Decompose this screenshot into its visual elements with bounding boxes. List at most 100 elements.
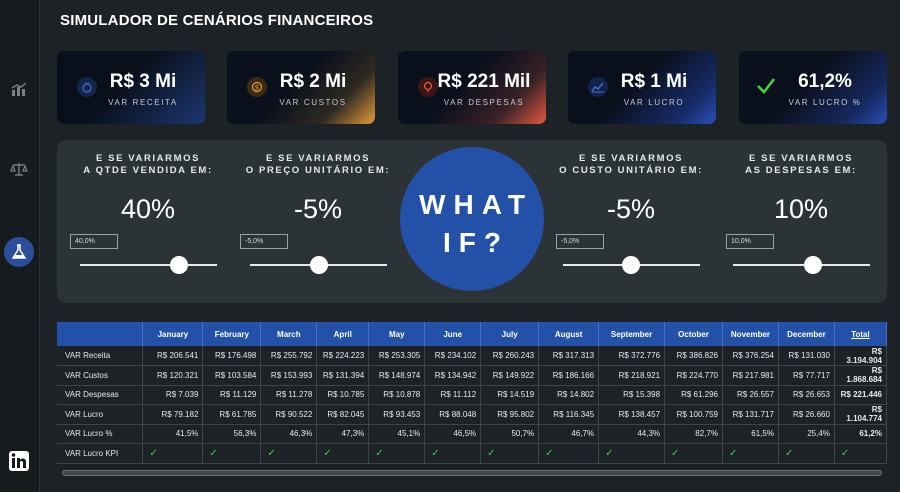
- column-header[interactable]: March: [260, 322, 318, 346]
- check-icon: ✓: [202, 443, 262, 464]
- monthly-table: January February March April May June Ju…: [57, 322, 888, 484]
- kpi-card-receita: R$ 3 Mi VAR RECEITA: [57, 51, 205, 124]
- table-cell: R$ 138.457: [598, 404, 666, 425]
- kpi-label: VAR LUCRO: [623, 98, 685, 107]
- table-cell: R$ 149.922: [480, 365, 540, 386]
- column-header[interactable]: July: [480, 322, 540, 346]
- column-header[interactable]: September: [598, 322, 666, 346]
- table-cell: R$ 7.039: [142, 385, 204, 405]
- row-label: VAR Lucro KPI: [57, 443, 144, 464]
- table-cell: R$ 131.717: [722, 404, 779, 425]
- column-header[interactable]: December: [778, 322, 835, 346]
- kpi-value: R$ 221 Mil: [437, 71, 531, 92]
- table-cell: 46,7%: [538, 424, 600, 444]
- check-icon: ✓: [424, 443, 482, 464]
- scenario-value: 40%: [120, 194, 176, 224]
- table-cell: R$ 100.759: [664, 404, 723, 425]
- table-cell: 61,5%: [722, 424, 779, 444]
- kpi-value: R$ 3 Mi: [109, 71, 177, 92]
- column-header[interactable]: November: [722, 322, 779, 346]
- table-cell: R$ 95.802: [480, 404, 540, 425]
- row-label: VAR Custos: [57, 365, 144, 386]
- table-cell: R$ 224.770: [664, 365, 723, 386]
- check-icon: ✓: [480, 443, 540, 464]
- table-cell: R$ 103.584: [202, 365, 262, 386]
- table-cell: R$ 131.030: [778, 346, 835, 366]
- scenario-question: E SE VARIARMOS O CUSTO UNITÁRIO EM:: [559, 153, 703, 176]
- column-header[interactable]: May: [368, 322, 426, 346]
- scenario-question: E SE VARIARMOS AS DESPESAS EM:: [745, 153, 857, 176]
- table-cell: R$ 317.313: [538, 346, 600, 366]
- table-cell: R$ 82.045: [316, 404, 370, 425]
- scenario-question: E SE VARIARMOS A QTDE VENDIDA EM:: [83, 153, 213, 176]
- column-header[interactable]: February: [202, 322, 262, 346]
- check-icon: ✓: [538, 443, 600, 464]
- table-cell: R$ 61.785: [202, 404, 262, 425]
- scenario-input[interactable]: 40,0%: [70, 234, 118, 249]
- table-cell: R$ 255.792: [260, 346, 318, 366]
- table-cell: R$ 260.243: [480, 346, 540, 366]
- table-cell: R$ 88.048: [424, 404, 482, 425]
- check-icon: ✓: [368, 443, 426, 464]
- sidebar: [0, 0, 40, 492]
- column-header[interactable]: April: [316, 322, 370, 346]
- table-cell: R$ 11.112: [424, 385, 482, 405]
- table-cell: R$ 376.254: [722, 346, 779, 366]
- total-cell: 61,2%: [834, 424, 888, 444]
- table-cell: R$ 148.974: [368, 365, 426, 386]
- scenario-slider-knob[interactable]: [622, 256, 640, 274]
- table-cell: R$ 134.942: [424, 365, 482, 386]
- table-cell: R$ 77.717: [778, 365, 835, 386]
- table-cell: 50,7%: [480, 424, 540, 444]
- table-row: VAR Receita R$ 206.541 R$ 176.498 R$ 255.79…: [57, 346, 888, 366]
- column-header[interactable]: Total: [834, 322, 888, 346]
- scenario-input[interactable]: 10,0%: [726, 234, 774, 249]
- table-cell: R$ 10.878: [368, 385, 426, 405]
- table-cell: R$ 79.182: [142, 404, 204, 425]
- flask-icon[interactable]: [4, 237, 34, 267]
- horizontal-scrollbar[interactable]: [62, 470, 882, 476]
- check-icon: ✓: [316, 443, 370, 464]
- check-icon: ✓: [598, 443, 666, 464]
- scenario-input[interactable]: -5,0%: [240, 234, 288, 249]
- column-header[interactable]: June: [424, 322, 482, 346]
- kpi-label: VAR RECEITA: [108, 98, 178, 107]
- check-icon: ✓: [142, 443, 204, 464]
- table-cell: R$ 253.305: [368, 346, 426, 366]
- table-cell: R$ 131.394: [316, 365, 370, 386]
- kpi-label: VAR LUCRO %: [788, 98, 862, 107]
- check-icon: ✓: [778, 443, 835, 464]
- table-cell: R$ 90.522: [260, 404, 318, 425]
- column-header[interactable]: January: [142, 322, 204, 346]
- table-cell: R$ 218.921: [598, 365, 666, 386]
- table-row: VAR Lucro % 41,5% 56,3% 46,3% 47,3% 45,1% 46,5…: [57, 424, 888, 444]
- table-cell: R$ 11.278: [260, 385, 318, 405]
- table-cell: R$ 10.785: [316, 385, 370, 405]
- chart-icon[interactable]: [4, 74, 34, 104]
- table-cell: R$ 26.653: [778, 385, 835, 405]
- scale-icon[interactable]: [4, 154, 34, 184]
- column-header[interactable]: August: [538, 322, 600, 346]
- total-cell: R$ 221.446: [834, 385, 888, 405]
- check-icon: ✓: [260, 443, 318, 464]
- scenario-slider-track[interactable]: [80, 264, 217, 266]
- scenario-slider-knob[interactable]: [310, 256, 328, 274]
- check-icon: ✓: [834, 443, 888, 464]
- column-header[interactable]: October: [664, 322, 723, 346]
- scenario-slider-track[interactable]: [733, 264, 870, 266]
- scenario-slider-knob[interactable]: [804, 256, 822, 274]
- linkedin-icon[interactable]: [4, 446, 34, 476]
- column-header[interactable]: [57, 322, 144, 346]
- total-cell: R$ 1.868.684: [834, 365, 888, 386]
- table-cell: R$ 186.166: [538, 365, 600, 386]
- table-cell: R$ 14.519: [480, 385, 540, 405]
- scenario-input[interactable]: -5,0%: [556, 234, 604, 249]
- scenario-value: 10%: [773, 194, 829, 224]
- table-cell: R$ 93.453: [368, 404, 426, 425]
- total-cell: R$ 3.194.904: [834, 346, 888, 366]
- table-cell: 44,3%: [598, 424, 666, 444]
- scenario-slider-knob[interactable]: [170, 256, 188, 274]
- kpi-card-custos: $ R$ 2 Mi VAR CUSTOS: [227, 51, 375, 124]
- table-cell: R$ 372.776: [598, 346, 666, 366]
- check-icon: ✓: [722, 443, 779, 464]
